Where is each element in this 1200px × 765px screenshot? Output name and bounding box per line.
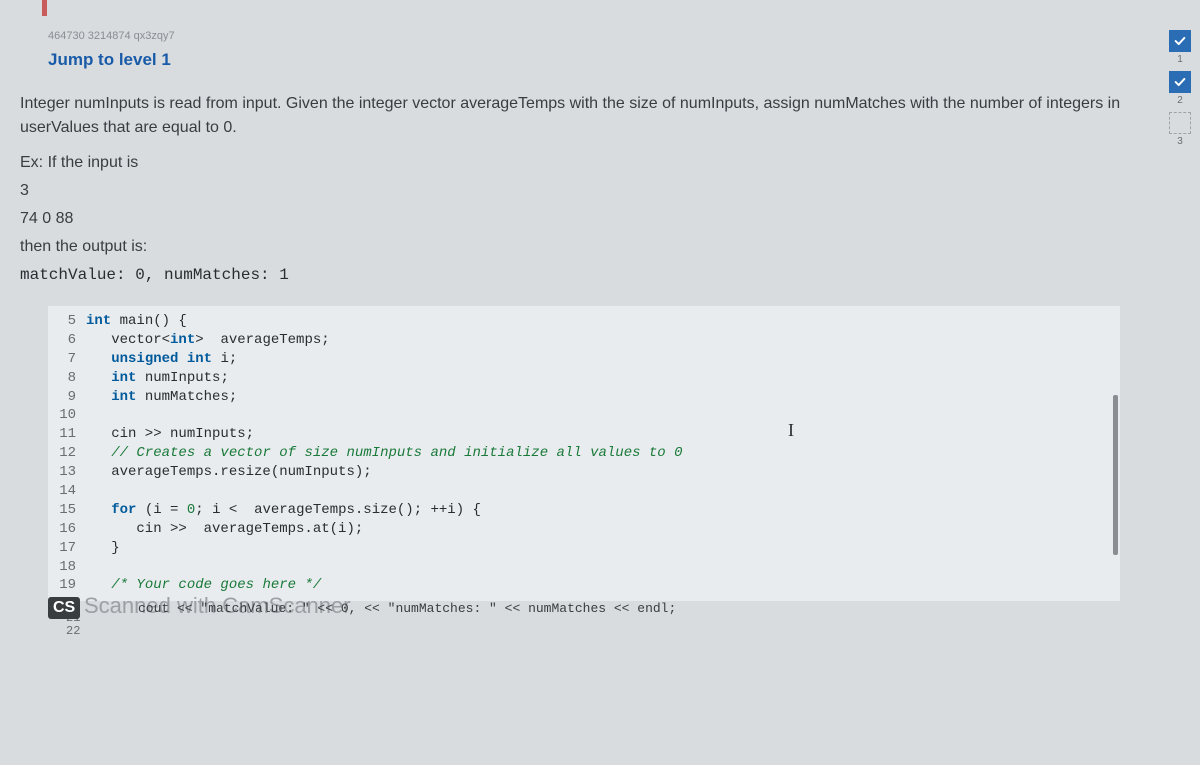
code-line: 12 // Creates a vector of size numInputs…	[48, 444, 1120, 463]
code-line: 15 for (i = 0; i < averageTemps.size(); …	[48, 501, 1120, 520]
code-line: 9 int numMatches;	[48, 388, 1120, 407]
output-label: then the output is:	[20, 238, 1140, 256]
document-id: 464730 3214874 qx3zqy7	[48, 30, 1140, 42]
top-marker	[42, 0, 47, 16]
code-line: 11 cin >> numInputs;	[48, 425, 1120, 444]
question-prompt: Integer numInputs is read from input. Gi…	[20, 92, 1140, 140]
expected-output: matchValue: 0, numMatches: 1	[20, 266, 1140, 284]
progress-step-2[interactable]: 2	[1169, 71, 1191, 106]
empty-step-icon	[1169, 112, 1191, 134]
code-editor[interactable]: 5int main() { 6 vector<int> averageTemps…	[48, 306, 1120, 601]
scroll-thumb[interactable]	[1113, 395, 1118, 555]
camscanner-badge: CS	[48, 597, 80, 619]
code-line: 18	[48, 558, 1120, 577]
check-icon	[1169, 30, 1191, 52]
code-line: 14	[48, 482, 1120, 501]
code-scrollbar[interactable]	[1113, 395, 1118, 725]
question-panel: 464730 3214874 qx3zqy7 Jump to level 1 I…	[0, 0, 1160, 765]
code-line: 10	[48, 406, 1120, 425]
example-input-2: 74 0 88	[20, 210, 1140, 228]
progress-step-1[interactable]: 1	[1169, 30, 1191, 65]
progress-rail: 1 2 3	[1160, 0, 1200, 765]
progress-step-3[interactable]: 3	[1169, 112, 1191, 147]
jump-to-level-link[interactable]: Jump to level 1	[48, 50, 1140, 70]
code-line: 17 }	[48, 539, 1120, 558]
code-line: 7 unsigned int i;	[48, 350, 1120, 369]
text-cursor: I	[788, 420, 794, 441]
obscured-code-fragment: cout << "matchValue: " << 0, << "numMatc…	[138, 601, 676, 616]
check-icon	[1169, 71, 1191, 93]
watermark-row: 20 21 22 CS Scanned with CamScanner cout…	[48, 595, 1140, 627]
example-label: Ex: If the input is	[20, 154, 1140, 172]
code-line: 5int main() {	[48, 312, 1120, 331]
example-input-1: 3	[20, 182, 1140, 200]
code-line: 8 int numInputs;	[48, 369, 1120, 388]
code-line: 6 vector<int> averageTemps;	[48, 331, 1120, 350]
code-line: 13 averageTemps.resize(numInputs);	[48, 463, 1120, 482]
code-line: 16 cin >> averageTemps.at(i);	[48, 520, 1120, 539]
